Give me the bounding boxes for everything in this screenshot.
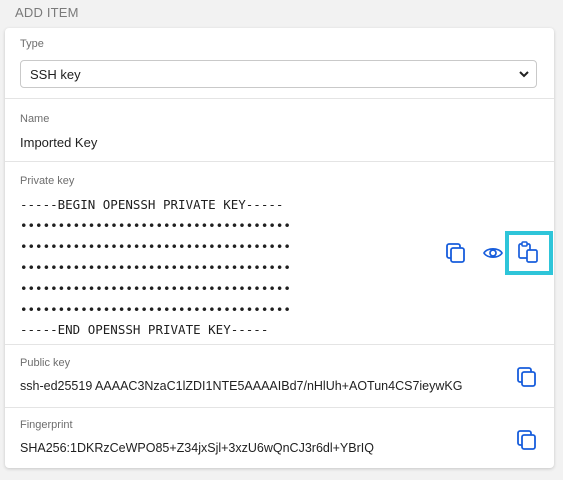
eye-icon (483, 248, 503, 258)
public-key-row: Public key ssh-ed25519 AAAAC3NzaC1lZDI1N… (5, 345, 554, 408)
name-input[interactable]: Imported Key (20, 135, 97, 150)
type-select[interactable]: SSH key (20, 60, 537, 88)
copy-icon (446, 243, 465, 263)
private-key-line: •••••••••••••••••••••••••••••••••••• (20, 260, 291, 275)
toggle-visibility-button[interactable] (481, 241, 505, 265)
copy-private-key-button[interactable] (444, 241, 468, 265)
private-key-line: •••••••••••••••••••••••••••••••••••• (20, 302, 291, 317)
copy-fingerprint-button[interactable] (515, 428, 539, 452)
name-row[interactable]: Name Imported Key (5, 99, 554, 162)
import-clipboard-icon (518, 241, 538, 263)
copy-public-key-button[interactable] (515, 365, 539, 389)
private-key-line: •••••••••••••••••••••••••••••••••••• (20, 239, 291, 254)
private-key-line: •••••••••••••••••••••••••••••••••••• (20, 218, 291, 233)
add-item-card: Type SSH key Name Imported Key Private k… (5, 28, 554, 468)
fingerprint-label: Fingerprint (20, 419, 73, 431)
type-label: Type (20, 38, 44, 50)
private-key-line: •••••••••••••••••••••••••••••••••••• (20, 281, 291, 296)
copy-icon (517, 367, 536, 387)
import-from-clipboard-button[interactable] (516, 240, 540, 264)
fingerprint-value: SHA256:1DKRzCeWPO85+Z34jxSjl+3xzU6wQnCJ3… (20, 441, 374, 455)
copy-icon (517, 430, 536, 450)
fingerprint-row: Fingerprint SHA256:1DKRzCeWPO85+Z34jxSjl… (5, 408, 554, 468)
private-key-row: Private key -----BEGIN OPENSSH PRIVATE K… (5, 162, 554, 345)
private-key-label: Private key (20, 175, 75, 187)
private-key-line: -----END OPENSSH PRIVATE KEY----- (20, 322, 269, 337)
chevron-down-icon (519, 71, 529, 78)
type-row: Type SSH key (5, 28, 554, 99)
type-select-value: SSH key (30, 67, 81, 82)
public-key-label: Public key (20, 357, 71, 369)
public-key-value: ssh-ed25519 AAAAC3NzaC1lZDI1NTE5AAAAIBd7… (20, 379, 463, 393)
private-key-line: -----BEGIN OPENSSH PRIVATE KEY----- (20, 197, 284, 212)
section-title: ADD ITEM (15, 5, 79, 20)
name-label: Name (20, 113, 50, 125)
